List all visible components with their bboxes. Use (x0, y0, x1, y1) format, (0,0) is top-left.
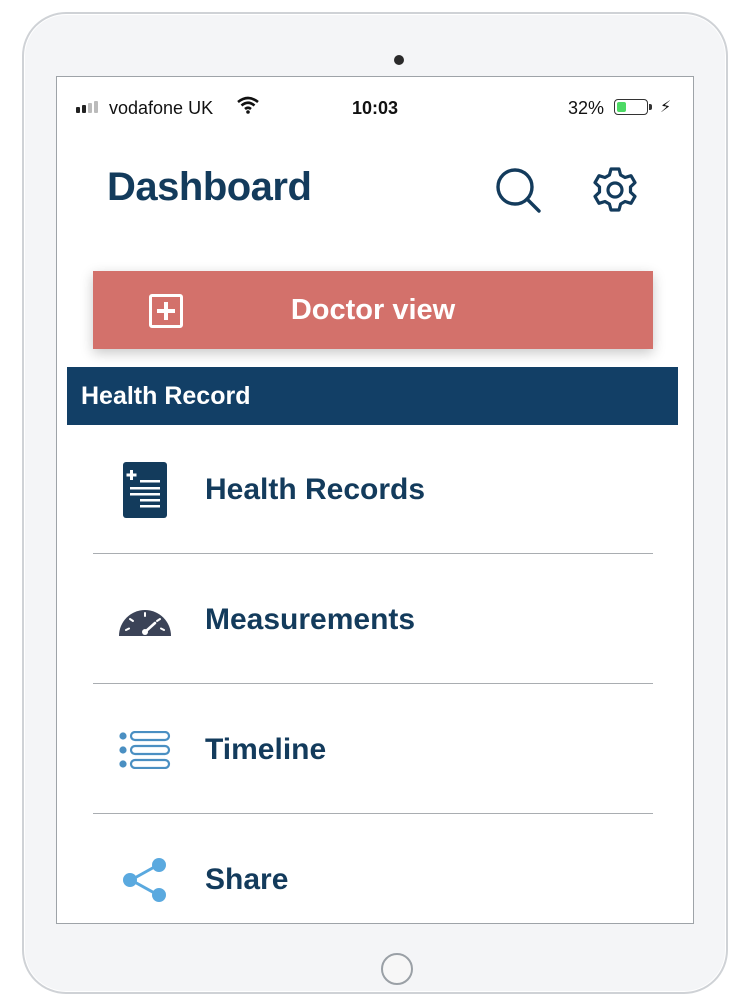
settings-button[interactable] (587, 164, 643, 220)
gauge-icon (113, 555, 177, 685)
battery-level-fill (617, 102, 626, 112)
section-title: Health Record (81, 381, 251, 410)
search-icon (493, 165, 543, 220)
list-icon (113, 685, 177, 815)
share-icon (113, 815, 177, 923)
menu-item-label: Measurements (205, 603, 416, 636)
search-button[interactable] (490, 164, 546, 220)
health-record-document-icon (113, 425, 177, 555)
page-title: Dashboard (107, 165, 312, 209)
menu-item-label: Timeline (205, 733, 327, 766)
menu-item-health-records[interactable]: Health Records (93, 425, 653, 555)
doctor-view-label: Doctor view (290, 293, 456, 326)
list-divider (93, 813, 653, 814)
section-header: Health Record (67, 367, 678, 425)
list-divider (93, 553, 653, 554)
menu-item-measurements[interactable]: Measurements (93, 555, 653, 685)
app-screen: vodafone UK 10:03 32% ⚡ Dashboard Doctor… (56, 76, 694, 924)
plus-square-icon (149, 294, 183, 328)
home-button[interactable] (381, 953, 413, 985)
menu-item-label: Share (205, 863, 289, 896)
menu-item-label: Health Records (205, 473, 426, 506)
status-bar: vodafone UK 10:03 32% ⚡ (57, 77, 693, 137)
list-divider (93, 683, 653, 684)
battery-icon (614, 99, 652, 115)
battery-percentage: 32% (568, 98, 605, 118)
gear-icon (590, 165, 640, 220)
menu-item-share[interactable]: Share (93, 815, 653, 923)
front-camera (394, 55, 404, 65)
menu-item-timeline[interactable]: Timeline (93, 685, 653, 815)
doctor-view-button[interactable]: Doctor view (93, 271, 653, 349)
charging-bolt-icon: ⚡ (660, 99, 672, 116)
